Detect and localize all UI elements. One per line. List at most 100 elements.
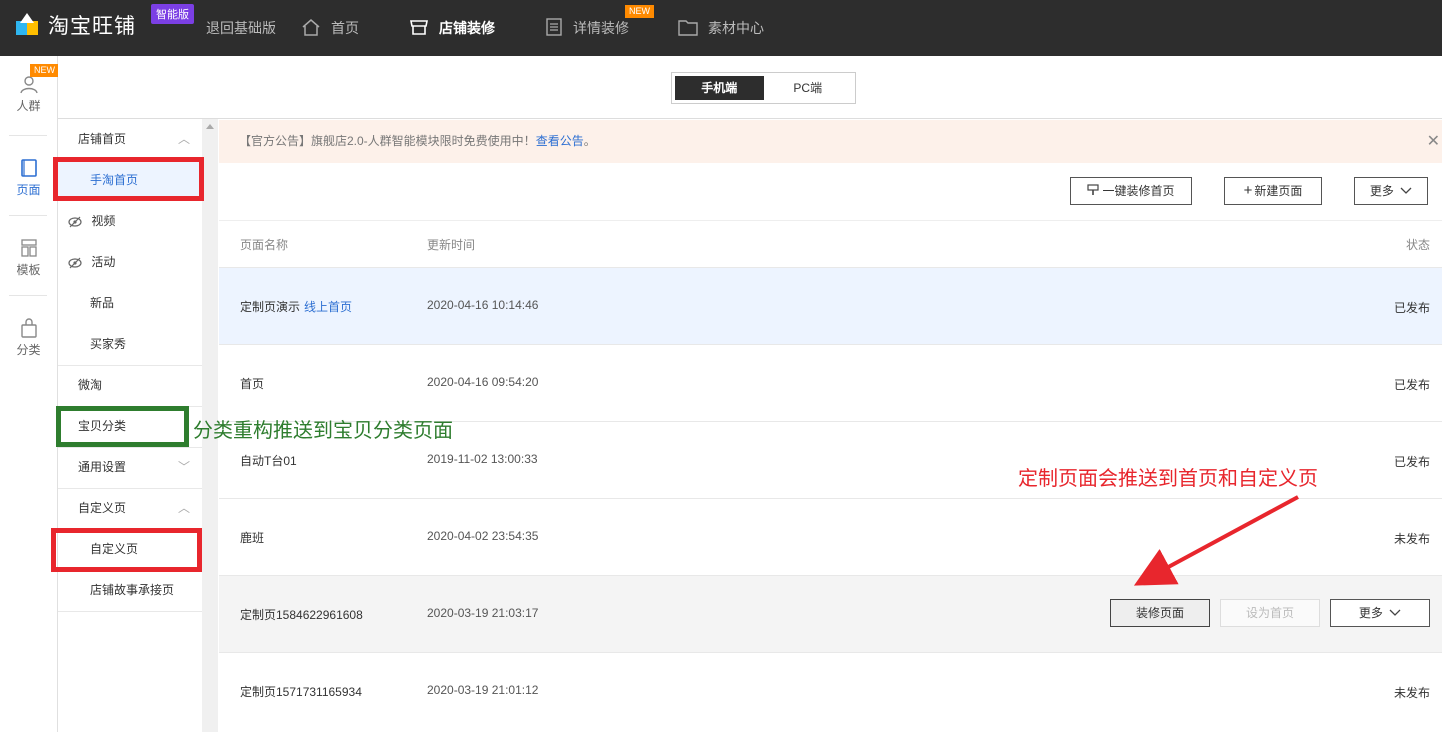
back-link-label: 退回基础版: [206, 20, 276, 36]
hidden-eye-icon: [68, 216, 82, 228]
header-time: 更新时间: [427, 238, 476, 252]
subnav-story-label: 店铺故事承接页: [90, 583, 175, 597]
subnav-item-buyer-show[interactable]: 买家秀: [58, 324, 202, 365]
nav-material-label: 素材中心: [708, 20, 764, 36]
plus-icon: +: [1243, 182, 1253, 199]
template-icon: [20, 239, 37, 257]
logo-text: 淘宝旺铺: [48, 15, 136, 38]
tab-mobile[interactable]: 手机端: [675, 76, 764, 100]
subnav-custom-group-label: 自定义页: [78, 501, 127, 515]
subnav-group-settings[interactable]: 通用设置 ﹀: [58, 447, 202, 488]
one-click-label: 一键装修首页: [1102, 184, 1175, 198]
device-toggle-bar: 手机端 PC端: [58, 56, 1442, 119]
rail-item-page[interactable]: 页面: [0, 158, 57, 198]
row-name: 定制页1571731165934: [240, 685, 362, 699]
user-icon: [19, 76, 38, 94]
new-page-button[interactable]: + 新建页面: [1224, 177, 1322, 205]
close-icon[interactable]: ✕: [1427, 120, 1440, 163]
table-row[interactable]: 鹿班 2020-04-02 23:54:35 未发布: [219, 498, 1442, 575]
row-time: 2019-11-02 13:00:33: [427, 452, 538, 466]
table-header: 页面名称 更新时间 状态: [219, 220, 1442, 267]
nav-store-label: 店铺装修: [439, 20, 495, 36]
row-more-button[interactable]: 更多: [1330, 599, 1430, 627]
nav-store-decoration[interactable]: 店铺装修: [409, 0, 495, 56]
rail-label-category: 分类: [16, 343, 41, 357]
subnav-weitao-label: 微淘: [78, 378, 103, 392]
highlight-box-category: [56, 406, 189, 447]
subnav-activity-label: 活动: [91, 255, 116, 269]
chevron-down-icon: [1389, 609, 1401, 616]
online-home-tag[interactable]: 线上首页: [304, 300, 352, 314]
highlight-box-mobile-home: [53, 157, 204, 201]
scroll-up-arrow-icon[interactable]: [206, 124, 214, 129]
highlight-box-custom-page: [51, 528, 202, 572]
document-icon: [545, 17, 563, 39]
more-label: 更多: [1369, 184, 1394, 198]
subnav-item-video[interactable]: 视频: [58, 201, 202, 242]
nav-home-label: 首页: [331, 20, 359, 36]
subnav-settings-label: 通用设置: [78, 460, 127, 474]
row-name-text: 定制页演示: [240, 300, 301, 314]
edition-badge: 智能版: [151, 4, 194, 24]
table-row[interactable]: 定制页1571731165934 2020-03-19 21:01:12 未发布: [219, 652, 1442, 729]
set-home-button[interactable]: 设为首页: [1220, 599, 1320, 627]
table-row[interactable]: 首页 2020-04-16 09:54:20 已发布: [219, 344, 1442, 421]
row-time: 2020-03-19 21:01:12: [427, 683, 539, 697]
notice-suffix: 。: [583, 134, 596, 148]
row-time: 2020-04-16 10:14:46: [427, 298, 539, 312]
subnav-item-story-page[interactable]: 店铺故事承接页: [58, 570, 202, 611]
row-more-label: 更多: [1358, 606, 1383, 620]
rail-label-audience: 人群: [16, 99, 41, 113]
page-icon: [20, 159, 37, 177]
nav-detail-label: 详情装修: [573, 20, 629, 36]
chevron-up-icon: ︿: [177, 501, 190, 515]
notice-link[interactable]: 查看公告: [536, 134, 584, 148]
row-time: 2020-04-02 23:54:35: [427, 529, 539, 543]
subnav-item-activity[interactable]: 活动: [58, 242, 202, 283]
home-icon: [301, 18, 321, 39]
more-dropdown-button[interactable]: 更多: [1354, 177, 1428, 205]
rail-item-audience[interactable]: 人群: [0, 74, 57, 114]
subnav-group-store-home[interactable]: 店铺首页 ︿: [58, 119, 202, 160]
row-name: 定制页1584622961608: [240, 608, 363, 622]
notice-text: 【官方公告】旗舰店2.0-人群智能模块限时免费使用中！: [239, 134, 536, 148]
annotation-red: 定制页面会推送到首页和自定义页: [1018, 468, 1318, 490]
table-row[interactable]: 定制页演示 线上首页 2020-04-16 10:14:46 已发布: [219, 267, 1442, 344]
official-notice: 【官方公告】旗舰店2.0-人群智能模块限时免费使用中！查看公告。 ✕: [219, 120, 1442, 163]
nav-detail-decoration[interactable]: 详情装修: [545, 0, 629, 56]
logo[interactable]: 淘宝旺铺: [16, 10, 136, 40]
row-name: 鹿班: [240, 531, 265, 545]
rail-item-template[interactable]: 模板: [0, 238, 57, 278]
rail-item-category[interactable]: 分类: [0, 318, 57, 358]
row-status: 未发布: [1393, 686, 1430, 700]
subnav-video-label: 视频: [91, 214, 116, 228]
decorate-page-button[interactable]: 装修页面: [1110, 599, 1210, 627]
hidden-eye-icon: [68, 257, 82, 269]
subnav-item-new[interactable]: 新品: [58, 283, 202, 324]
bag-icon: [20, 318, 37, 338]
brush-icon: [1087, 184, 1100, 195]
header-status: 状态: [1405, 238, 1430, 252]
rail-label-template: 模板: [16, 263, 41, 277]
nav-material-center[interactable]: 素材中心: [678, 0, 764, 56]
rail-new-badge: NEW: [30, 64, 59, 77]
icon-rail: 人群 NEW 页面 模板 分类: [0, 56, 59, 732]
rail-label-page: 页面: [16, 183, 41, 197]
row-time: 2020-04-16 09:54:20: [427, 375, 539, 389]
row-status: 已发布: [1393, 301, 1430, 315]
header-name: 页面名称: [240, 238, 289, 252]
folder-icon: [678, 18, 698, 39]
store-icon: [409, 18, 429, 39]
row-name: 自动T台01: [240, 454, 297, 468]
one-click-decorate-button[interactable]: 一键装修首页: [1070, 177, 1192, 205]
chevron-down-icon: ﹀: [177, 460, 190, 474]
row-status: 未发布: [1393, 532, 1430, 546]
subnav-buyer-show-label: 买家秀: [90, 337, 127, 351]
annotation-green: 分类重构推送到宝贝分类页面: [193, 420, 453, 442]
tab-pc[interactable]: PC端: [764, 76, 853, 100]
row-time: 2020-03-19 21:03:17: [427, 606, 539, 620]
back-to-basic-link[interactable]: 退回基础版: [206, 0, 276, 56]
subnav-group-custom-page[interactable]: 自定义页 ︿: [58, 488, 202, 529]
subnav-item-weitao[interactable]: 微淘: [58, 365, 202, 406]
nav-home[interactable]: 首页: [301, 0, 359, 56]
